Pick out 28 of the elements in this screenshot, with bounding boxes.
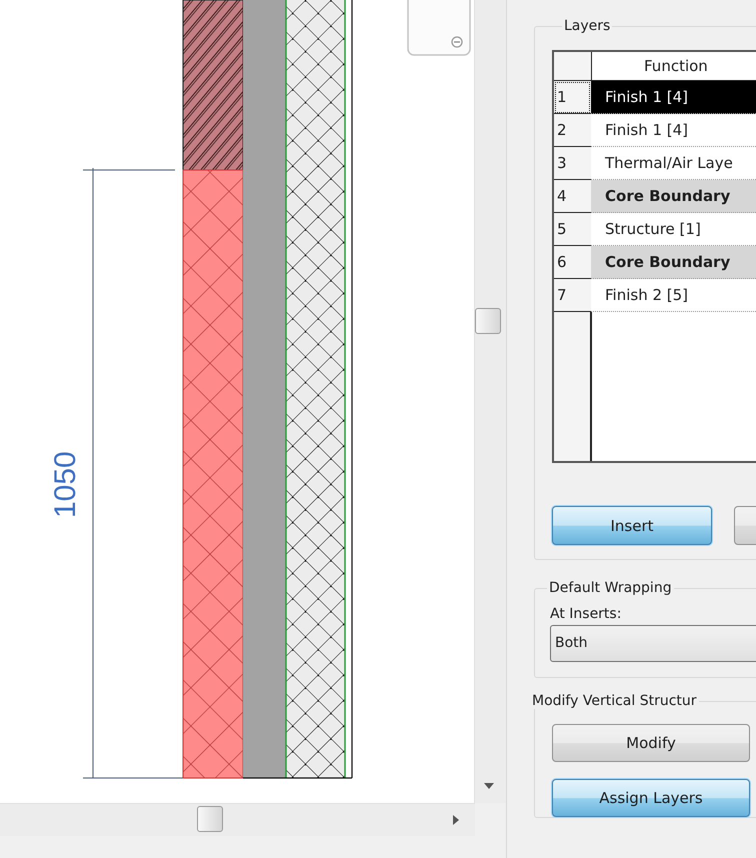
field-label: At Inserts:: [550, 606, 622, 622]
row-number[interactable]: 7: [554, 279, 591, 312]
modify-button[interactable]: Modify: [552, 724, 750, 762]
row-number[interactable]: 5: [554, 213, 591, 246]
dimension-text: 1050: [49, 451, 82, 518]
table-cell[interactable]: Finish 1 [4]: [591, 114, 756, 147]
table-cell[interactable]: Core Boundary: [591, 246, 756, 279]
table-cell[interactable]: Core Boundary: [591, 180, 756, 213]
table-cell[interactable]: Finish 2 [5]: [591, 279, 756, 312]
row-number[interactable]: 1: [554, 81, 591, 114]
insert-button[interactable]: Insert: [552, 506, 712, 545]
group-title: Modify Vertical Structur: [531, 693, 698, 709]
group-title: Layers: [563, 18, 612, 34]
row-number[interactable]: 6: [554, 246, 591, 279]
zoom-control[interactable]: [407, 0, 471, 56]
row-number[interactable]: 4: [554, 180, 591, 213]
scroll-down-icon[interactable]: [484, 783, 494, 789]
group-title: Default Wrapping: [548, 580, 673, 596]
assign-layers-button[interactable]: Assign Layers: [552, 779, 750, 817]
scroll-thumb[interactable]: [197, 806, 223, 832]
wrapping-dropdown[interactable]: Both: [550, 625, 756, 662]
row-number[interactable]: 2: [554, 114, 591, 147]
table-cell[interactable]: Thermal/Air Laye: [591, 147, 756, 180]
scroll-thumb[interactable]: [475, 308, 502, 334]
table-cell[interactable]: Finish 1 [4]: [591, 81, 756, 114]
table-cell[interactable]: Structure [1]: [591, 213, 756, 246]
scroll-right-icon[interactable]: [453, 815, 459, 825]
row-number[interactable]: 3: [554, 147, 591, 180]
